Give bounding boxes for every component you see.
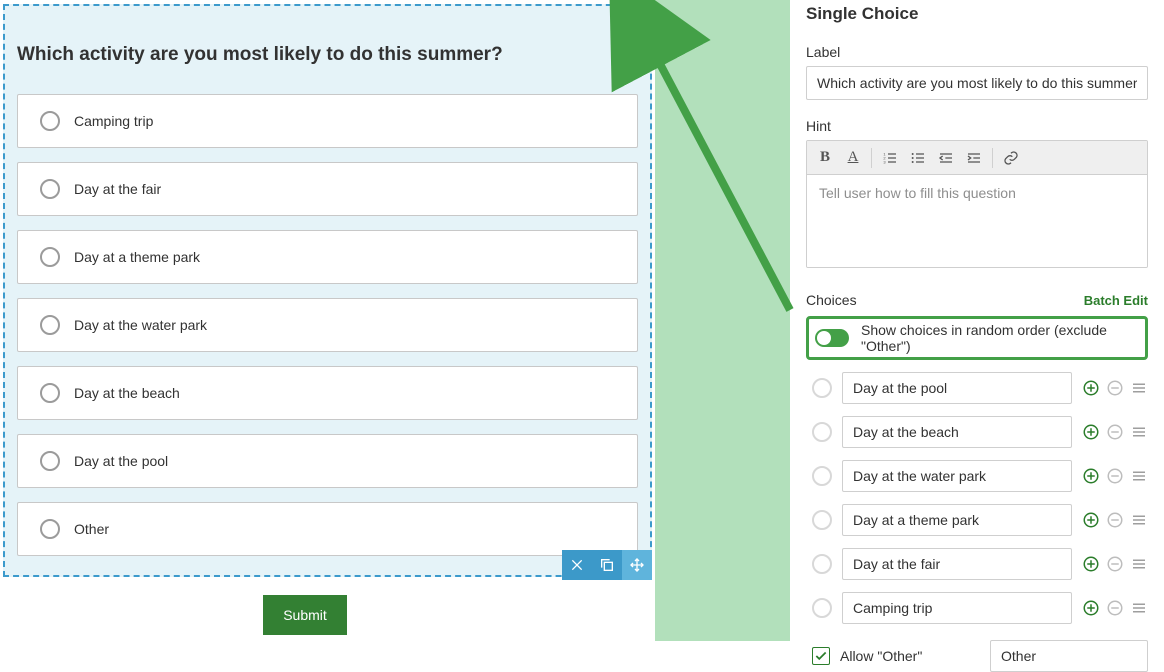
drag-handle-icon[interactable] [1130,511,1148,529]
remove-choice-icon[interactable] [1106,511,1124,529]
choice-label: Day at the beach [74,385,180,401]
submit-button[interactable]: Submit [263,595,347,635]
choice-label: Other [74,521,109,537]
choice-label: Camping trip [74,113,153,129]
remove-choice-icon[interactable] [1106,379,1124,397]
unordered-list-button[interactable] [904,144,932,172]
radio-icon[interactable] [40,383,60,403]
choice-editor-row: Day at the water park [806,454,1148,498]
choice-editor-row: Day at a theme park [806,498,1148,542]
random-order-toggle[interactable] [815,329,849,347]
drag-handle-icon[interactable] [1130,423,1148,441]
default-radio[interactable] [812,598,832,618]
allow-other-checkbox[interactable] [812,647,830,665]
add-choice-icon[interactable] [1082,423,1100,441]
choices-label: Choices [806,292,857,308]
add-choice-icon[interactable] [1082,467,1100,485]
choice-label: Day at the fair [74,181,161,197]
drag-handle-icon[interactable] [1130,467,1148,485]
choice-text-input[interactable]: Day at the pool [842,372,1072,404]
default-radio[interactable] [812,554,832,574]
random-order-setting: Show choices in random order (exclude "O… [806,316,1148,360]
choice-editor-row: Day at the fair [806,542,1148,586]
label-input[interactable] [806,66,1148,100]
question-toolbar [562,550,652,580]
add-choice-icon[interactable] [1082,379,1100,397]
choice-text-input[interactable]: Day at the beach [842,416,1072,448]
add-choice-icon[interactable] [1082,555,1100,573]
ordered-list-button[interactable]: 123 [876,144,904,172]
hint-field-label: Hint [806,118,1148,134]
default-radio[interactable] [812,510,832,530]
radio-icon[interactable] [40,247,60,267]
choice-label: Day at the water park [74,317,207,333]
default-radio[interactable] [812,422,832,442]
preview-pane: Which activity are you most likely to do… [0,0,655,641]
allow-other-label: Allow "Other" [840,648,980,664]
choice-list: Camping trip Day at the fair Day at a th… [17,94,638,556]
text-color-button[interactable]: A [839,144,867,172]
radio-icon[interactable] [40,451,60,471]
allow-other-row: Allow "Other" Other [806,640,1148,672]
drag-handle-icon[interactable] [1130,599,1148,617]
link-button[interactable] [997,144,1025,172]
add-choice-icon[interactable] [1082,599,1100,617]
choice-option[interactable]: Day at the beach [17,366,638,420]
drag-handle-icon[interactable] [1130,555,1148,573]
hint-placeholder: Tell user how to fill this question [819,185,1016,201]
choice-option[interactable]: Day at the fair [17,162,638,216]
remove-choice-icon[interactable] [1106,467,1124,485]
random-order-label: Show choices in random order (exclude "O… [861,322,1143,354]
choice-text-input[interactable]: Day at a theme park [842,504,1072,536]
hint-editor: B A 123 Tell user how to fill this quest… [806,140,1148,268]
separator-strip [655,0,790,641]
choice-option[interactable]: Day at a theme park [17,230,638,284]
remove-choice-icon[interactable] [1106,555,1124,573]
outdent-button[interactable] [932,144,960,172]
radio-icon[interactable] [40,179,60,199]
properties-panel: Single Choice Label Hint B A 123 [790,0,1164,641]
panel-title: Single Choice [806,4,1148,24]
choice-editor-row: Camping trip [806,586,1148,630]
toolbar-separator [871,148,872,168]
batch-edit-link[interactable]: Batch Edit [1084,293,1148,308]
hint-textarea[interactable]: Tell user how to fill this question [807,175,1147,267]
radio-icon[interactable] [40,315,60,335]
choice-label: Day at the pool [74,453,168,469]
delete-question-button[interactable] [562,550,592,580]
label-field-label: Label [806,44,1148,60]
choice-option[interactable]: Camping trip [17,94,638,148]
bold-button[interactable]: B [811,144,839,172]
other-text-input[interactable]: Other [990,640,1148,672]
question-title: Which activity are you most likely to do… [17,44,638,66]
radio-icon[interactable] [40,111,60,131]
shuffle-icon [617,32,635,53]
remove-choice-icon[interactable] [1106,599,1124,617]
question-card[interactable]: Which activity are you most likely to do… [3,4,652,577]
hint-toolbar: B A 123 [807,141,1147,175]
duplicate-question-button[interactable] [592,550,622,580]
add-choice-icon[interactable] [1082,511,1100,529]
choice-editor-row: Day at the pool [806,366,1148,410]
choice-text-input[interactable]: Day at the fair [842,548,1072,580]
indent-button[interactable] [960,144,988,172]
svg-text:3: 3 [883,159,886,164]
choice-text-input[interactable]: Camping trip [842,592,1072,624]
choice-editor-row: Day at the beach [806,410,1148,454]
toolbar-separator [992,148,993,168]
move-question-button[interactable] [622,550,652,580]
choice-option[interactable]: Other [17,502,638,556]
radio-icon[interactable] [40,519,60,539]
choice-label: Day at a theme park [74,249,200,265]
choice-option[interactable]: Day at the water park [17,298,638,352]
default-radio[interactable] [812,378,832,398]
choice-text-input[interactable]: Day at the water park [842,460,1072,492]
remove-choice-icon[interactable] [1106,423,1124,441]
choice-option[interactable]: Day at the pool [17,434,638,488]
drag-handle-icon[interactable] [1130,379,1148,397]
default-radio[interactable] [812,466,832,486]
